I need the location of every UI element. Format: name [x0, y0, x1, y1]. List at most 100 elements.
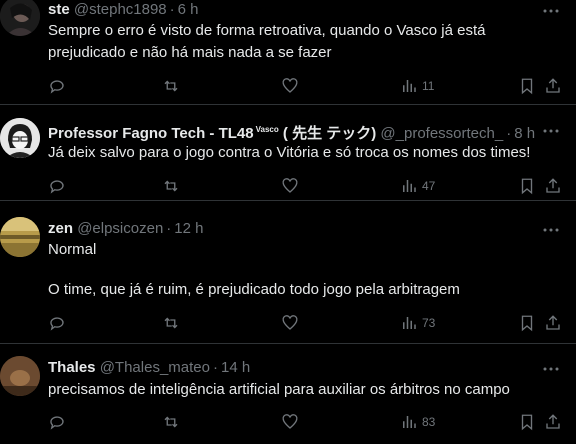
tweet-text-line: prejudicado e não há mais nada a se faze… — [48, 44, 332, 61]
avatar-image — [0, 356, 40, 396]
reply-icon — [50, 317, 64, 331]
reply-button[interactable] — [48, 76, 66, 96]
reply-button[interactable] — [48, 313, 66, 333]
tweet[interactable]: Professor Fagno Tech - TL48 Vasco ( 先生 テッ… — [0, 104, 576, 201]
tweet-text-line: Já deix salvo para o jogo contra o Vitór… — [48, 144, 531, 161]
views-chart-icon — [403, 180, 416, 192]
reply-icon — [50, 80, 64, 94]
tweet-actions: 83 — [48, 412, 562, 432]
user-handle[interactable]: @stephc1898 — [74, 1, 167, 18]
avatar-image — [0, 217, 40, 257]
views-count: 73 — [422, 316, 436, 330]
views-chart-icon — [403, 317, 416, 329]
share-icon — [546, 178, 560, 193]
tweet-actions: 73 — [48, 313, 562, 333]
avatar[interactable] — [0, 217, 40, 257]
tweet-text-line: Normal — [48, 241, 97, 258]
tweet-text: precisamos de inteligência artificial pa… — [48, 379, 548, 401]
repost-icon — [164, 317, 178, 329]
heart-icon — [282, 178, 298, 193]
reply-button[interactable] — [48, 412, 66, 432]
timestamp[interactable]: 12 h — [174, 220, 203, 237]
views-count: 83 — [422, 415, 436, 429]
heart-icon — [282, 315, 298, 330]
club-badge: Vasco — [255, 125, 279, 134]
timestamp[interactable]: 6 h — [178, 1, 199, 18]
tweet-text-line: Sempre o erro é visto de forma retroativ… — [48, 22, 486, 39]
display-name[interactable]: zen — [48, 220, 73, 237]
tweet-text-line: O time, que já é ruim, é prejudicado tod… — [48, 281, 460, 298]
display-name-suffix: ( 先生 テック) — [282, 125, 377, 142]
repost-icon — [164, 416, 178, 428]
share-button[interactable] — [544, 412, 562, 432]
avatar[interactable] — [0, 0, 40, 36]
repost-button[interactable] — [162, 76, 180, 96]
tweet-header: zen @elpsicozen · 12 h — [48, 219, 204, 239]
tweet[interactable]: Thales @Thales_mateo · 14 h precisamos de … — [0, 344, 576, 444]
tweet-text-line — [48, 261, 548, 279]
like-button[interactable] — [281, 176, 299, 196]
like-button[interactable] — [281, 76, 299, 96]
views-button[interactable]: 47 — [400, 176, 435, 196]
avatar[interactable] — [0, 356, 40, 396]
reply-icon — [50, 416, 64, 430]
share-button[interactable] — [544, 76, 562, 96]
more-options-icon[interactable] — [542, 221, 560, 239]
avatar-image — [0, 0, 40, 36]
repost-button[interactable] — [162, 412, 180, 432]
reply-button[interactable] — [48, 176, 66, 196]
reply-icon — [50, 180, 64, 194]
tweet-actions: 47 — [48, 176, 562, 196]
views-chart-icon — [403, 416, 416, 428]
tweet-header: Professor Fagno Tech - TL48 Vasco ( 先生 テッ… — [48, 120, 535, 144]
tweet-header: ste @stephc1898 · 6 h — [48, 0, 199, 20]
views-chart-icon — [403, 80, 416, 92]
views-button[interactable]: 73 — [400, 313, 435, 333]
repost-button[interactable] — [162, 313, 180, 333]
share-icon — [546, 78, 560, 93]
timestamp[interactable]: 8 h — [514, 125, 535, 142]
like-button[interactable] — [281, 313, 299, 333]
bookmark-button[interactable] — [518, 313, 536, 333]
user-handle[interactable]: @Thales_mateo — [100, 359, 210, 376]
share-button[interactable] — [544, 313, 562, 333]
tweet[interactable]: ste @stephc1898 · 6 h Sempre o erro é vist… — [0, 0, 576, 105]
timestamp[interactable]: 14 h — [221, 359, 250, 376]
display-name[interactable]: ste — [48, 1, 70, 18]
more-options-icon[interactable] — [542, 122, 560, 140]
views-count: 11 — [422, 79, 435, 93]
separator-dot: · — [212, 359, 218, 376]
display-name[interactable]: Professor Fagno Tech - TL48 — [48, 125, 254, 142]
avatar[interactable] — [0, 118, 40, 158]
bookmark-icon — [521, 78, 533, 95]
tweet-text-line: precisamos de inteligência artificial pa… — [48, 381, 510, 398]
bookmark-icon — [521, 414, 533, 431]
user-handle[interactable]: @elpsicozen — [77, 220, 163, 237]
display-name[interactable]: Thales — [48, 359, 96, 376]
like-button[interactable] — [281, 412, 299, 432]
views-button[interactable]: 11 — [400, 76, 434, 96]
tweet-actions: 11 — [48, 76, 562, 96]
repost-button[interactable] — [162, 176, 180, 196]
views-count: 47 — [422, 179, 436, 193]
share-button[interactable] — [544, 176, 562, 196]
views-button[interactable]: 83 — [400, 412, 435, 432]
tweet[interactable]: zen @elpsicozen · 12 h Normal O time, que … — [0, 201, 576, 344]
more-options-icon[interactable] — [542, 2, 560, 20]
bookmark-button[interactable] — [518, 412, 536, 432]
bookmark-icon — [521, 178, 533, 195]
repost-icon — [164, 180, 178, 192]
tweet-header: Thales @Thales_mateo · 14 h — [48, 358, 250, 378]
share-icon — [546, 414, 560, 429]
tweet-text: Sempre o erro é visto de forma retroativ… — [48, 20, 548, 64]
heart-icon — [282, 78, 298, 93]
user-handle[interactable]: @_professortech_ — [380, 125, 503, 142]
tweet-text: Normal O time, que já é ruim, é prejudic… — [48, 239, 548, 301]
share-icon — [546, 315, 560, 330]
more-options-icon[interactable] — [542, 360, 560, 378]
bookmark-button[interactable] — [518, 76, 536, 96]
bookmark-button[interactable] — [518, 176, 536, 196]
separator-dot: · — [506, 125, 512, 142]
avatar-image — [0, 118, 40, 158]
repost-icon — [164, 80, 178, 92]
